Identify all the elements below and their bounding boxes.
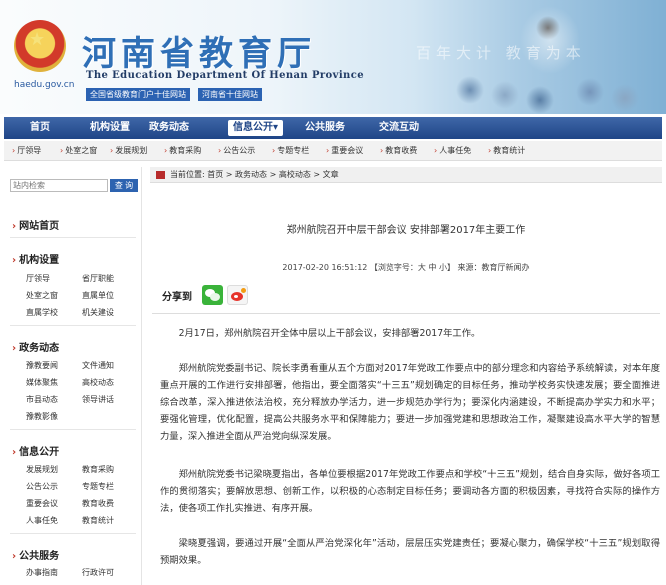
sidebar-link[interactable]: 人事任免 xyxy=(26,515,58,526)
sidebar-link[interactable]: 专题专栏 xyxy=(82,481,114,492)
article-paragraph: 郑州航院党委副书记、院长李勇看重从五个方面对2017年党政工作要点中的部分理念和… xyxy=(160,363,660,442)
sidebar-link[interactable]: 文件通知 xyxy=(82,360,114,371)
breadcrumb: 当前位置: 首页 > 政务动态 > 高校动态 > 文章 xyxy=(150,167,662,183)
subnav-item[interactable]: › 重要会议 xyxy=(326,141,363,161)
sidebar-link[interactable]: 媒体聚焦 xyxy=(26,377,58,388)
sidebar-link[interactable]: 领导讲话 xyxy=(82,394,114,405)
breadcrumb-gov-news[interactable]: 政务动态 xyxy=(235,170,267,179)
sidebar-link[interactable]: 豫教要闻 xyxy=(26,360,58,371)
divider xyxy=(152,313,660,314)
breadcrumb-article: 文章 xyxy=(322,170,339,179)
article-paragraph: 梁晓夏强调，要通过开展“全面从严治党深化年”活动，层层压实党建责任；要凝心聚力，… xyxy=(160,538,660,566)
banner-photo: 百年大计 教育为本 xyxy=(400,0,666,114)
main-nav: 首页 机构设置 政务动态 信息公开▾ 公共服务 交流互动 xyxy=(4,117,662,139)
sidebar-link[interactable]: 教育统计 xyxy=(82,515,114,526)
chevron-down-icon: ▾ xyxy=(273,122,279,133)
breadcrumb-icon xyxy=(156,171,165,179)
subnav-item[interactable]: › 处室之窗 xyxy=(60,141,97,161)
sidebar-link[interactable]: 教育采购 xyxy=(82,464,114,475)
arrow-icon: › xyxy=(272,146,276,155)
article-meta: 2017-02-20 16:51:12 【浏览字号：大 中 小】 来源：教育厅新… xyxy=(282,263,530,272)
banner-slogan: 百年大计 教育为本 xyxy=(416,44,586,62)
sidebar-link[interactable]: 直属学校 xyxy=(26,307,58,318)
breadcrumb-label: 当前位置: xyxy=(170,170,205,179)
divider xyxy=(10,237,136,238)
sidebar-link[interactable]: 机关建设 xyxy=(82,307,114,318)
arrow-icon: › xyxy=(12,343,17,354)
subnav-item[interactable]: › 教育统计 xyxy=(488,141,525,161)
header-banner: 百年大计 教育为本 ★ haedu.gov.cn 河南省教育厅 The Educ… xyxy=(0,0,666,114)
article-paragraph: 郑州航院党委书记梁晓夏指出，各单位要根据2017年党政工作要点和学校“十三五”规… xyxy=(160,469,660,514)
arrow-icon: › xyxy=(12,551,17,562)
arrow-icon: › xyxy=(110,146,114,155)
breadcrumb-university-news[interactable]: 高校动态 xyxy=(279,170,311,179)
search-button[interactable]: 查 询 xyxy=(110,179,138,192)
subnav-item[interactable]: › 教育收费 xyxy=(380,141,417,161)
site-title[interactable]: 河南省教育厅 xyxy=(82,26,316,75)
subnav-item[interactable]: › 发展规划 xyxy=(110,141,147,161)
subnav-item[interactable]: › 人事任免 xyxy=(434,141,471,161)
arrow-icon: › xyxy=(164,146,168,155)
national-emblem-icon: ★ xyxy=(14,20,66,72)
nav-gov-news[interactable]: 政务动态 xyxy=(149,117,189,139)
site-title-english: The Education Department Of Henan Provin… xyxy=(86,70,364,81)
divider xyxy=(10,533,136,534)
subnav-item[interactable]: › 厅领导 xyxy=(12,141,41,161)
arrow-icon: › xyxy=(12,146,16,155)
sidebar-link[interactable]: 教育收费 xyxy=(82,498,114,509)
award-badge: 河南省十佳网站 xyxy=(198,88,262,101)
sidebar-link[interactable]: 重要会议 xyxy=(26,498,58,509)
sidebar-link[interactable]: 处室之窗 xyxy=(26,290,58,301)
arrow-icon: › xyxy=(380,146,384,155)
sidebar-section-gov-news[interactable]: › 政务动态 xyxy=(12,339,59,354)
breadcrumb-home[interactable]: 首页 xyxy=(207,170,223,179)
arrow-icon: › xyxy=(488,146,492,155)
sidebar-link[interactable]: 办事指南 xyxy=(26,567,58,578)
sub-nav: › 厅领导 › 处室之窗 › 发展规划 › 教育采购 › 公告公示 › 专题专栏 › 重要会议… xyxy=(4,141,662,161)
subnav-item[interactable]: › 专题专栏 xyxy=(272,141,309,161)
subnav-item[interactable]: › 公告公示 xyxy=(218,141,255,161)
arrow-icon: › xyxy=(12,221,17,232)
sidebar-section-home[interactable]: › 网站首页 xyxy=(12,217,59,232)
sidebar-link[interactable]: 高校动态 xyxy=(82,377,114,388)
share-label: 分享到 xyxy=(162,292,192,303)
sidebar: 查 询 ›网站首页 ›机构设置 厅领导 省厅职能 处室之窗 直属单位 直属学校 … xyxy=(4,167,142,585)
sidebar-link[interactable]: 市县动态 xyxy=(26,394,58,405)
sidebar-link[interactable]: 发展规划 xyxy=(26,464,58,475)
nav-info-label: 信息公开 xyxy=(233,122,273,133)
subnav-item[interactable]: › 教育采购 xyxy=(164,141,201,161)
nav-info-public[interactable]: 信息公开▾ xyxy=(228,120,284,136)
search-input[interactable] xyxy=(10,179,108,192)
arrow-icon: › xyxy=(218,146,222,155)
nav-exchange[interactable]: 交流互动 xyxy=(379,117,419,139)
sidebar-section-info[interactable]: › 信息公开 xyxy=(12,443,59,458)
arrow-icon: › xyxy=(434,146,438,155)
article-paragraph: 2月17日，郑州航院召开全体中层以上干部会议，安排部署2017年工作。 xyxy=(178,328,481,339)
sidebar-link[interactable]: 直属单位 xyxy=(82,290,114,301)
wechat-icon[interactable] xyxy=(202,285,223,305)
nav-home[interactable]: 首页 xyxy=(30,117,50,139)
divider xyxy=(10,325,136,326)
sidebar-link[interactable]: 省厅职能 xyxy=(82,273,114,284)
arrow-icon: › xyxy=(12,447,17,458)
nav-org[interactable]: 机构设置 xyxy=(90,117,130,139)
arrow-icon: › xyxy=(60,146,64,155)
sidebar-link[interactable]: 行政许可 xyxy=(82,567,114,578)
sidebar-link[interactable]: 豫教影像 xyxy=(26,411,58,422)
sidebar-section-public[interactable]: › 公共服务 xyxy=(12,547,59,562)
weibo-icon[interactable] xyxy=(227,285,248,305)
divider xyxy=(10,429,136,430)
article-title: 郑州航院召开中层干部会议 安排部署2017年主要工作 xyxy=(286,225,526,236)
award-badge: 全国省级教育门户十佳网站 xyxy=(86,88,190,101)
nav-public-service[interactable]: 公共服务 xyxy=(305,117,345,139)
arrow-icon: › xyxy=(326,146,330,155)
site-domain: haedu.gov.cn xyxy=(14,80,75,90)
sidebar-link[interactable]: 公告公示 xyxy=(26,481,58,492)
arrow-icon: › xyxy=(12,255,17,266)
sidebar-link[interactable]: 厅领导 xyxy=(26,273,50,284)
sidebar-section-org[interactable]: › 机构设置 xyxy=(12,251,59,266)
